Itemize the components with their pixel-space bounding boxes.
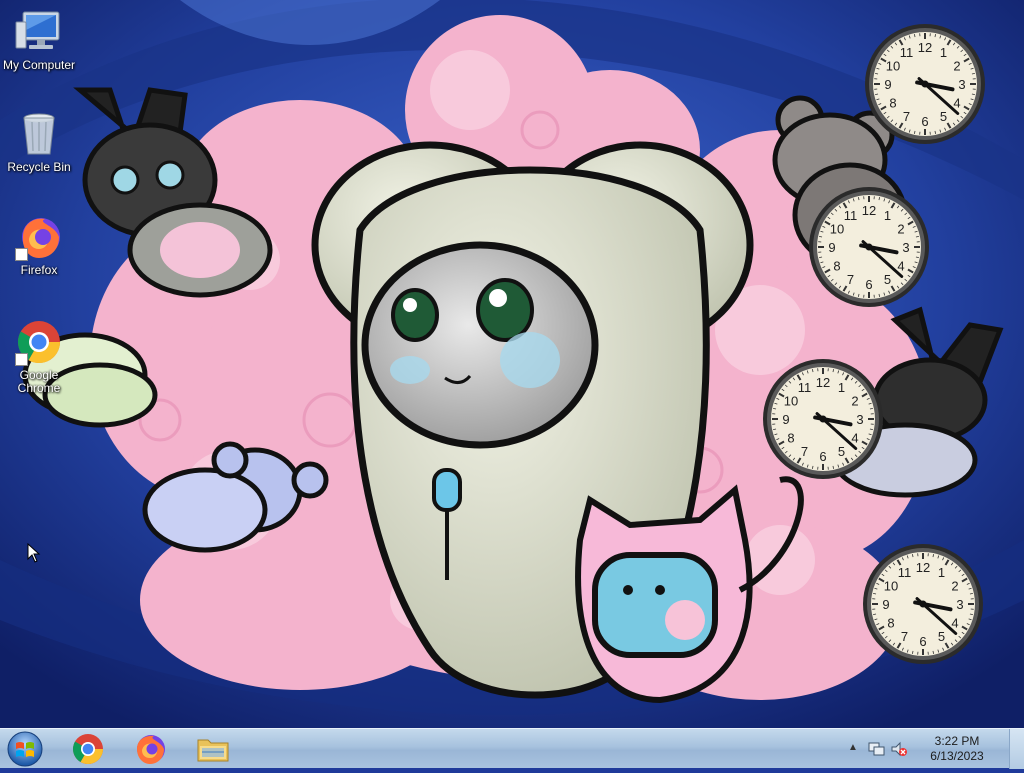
network-icon[interactable] bbox=[868, 741, 886, 757]
clock-center-pin bbox=[820, 416, 827, 423]
clock-numeral: 9 bbox=[882, 597, 889, 612]
clock-numeral: 4 bbox=[897, 259, 904, 274]
notification-area: ▲ 3:22 PM 6/13/2023 bbox=[840, 729, 1000, 769]
clock-numeral: 7 bbox=[801, 444, 808, 459]
clock-numeral: 12 bbox=[916, 560, 930, 575]
taskbar-button-firefox[interactable] bbox=[122, 731, 178, 767]
desktop-icon-my-computer[interactable]: My Computer bbox=[0, 8, 78, 72]
clock-center-pin bbox=[920, 601, 927, 608]
clock-gadget[interactable]: 123456789101112 bbox=[805, 183, 933, 311]
clock-numeral: 5 bbox=[940, 109, 947, 124]
clock-numeral: 6 bbox=[865, 277, 872, 292]
clock-numeral: 5 bbox=[884, 272, 891, 287]
clock-numeral: 9 bbox=[884, 77, 891, 92]
clock-numeral: 9 bbox=[782, 412, 789, 427]
clock-numeral: 10 bbox=[784, 394, 798, 409]
up-arrow-icon[interactable]: ▲ bbox=[848, 742, 858, 753]
clock-numeral: 11 bbox=[798, 380, 812, 395]
clock-center-pin bbox=[922, 81, 929, 88]
shortcut-arrow-icon bbox=[15, 248, 28, 261]
show-desktop-button[interactable] bbox=[1009, 729, 1024, 769]
windows-orb-icon bbox=[3, 730, 47, 768]
clock-numeral: 2 bbox=[951, 579, 958, 594]
clock-numeral: 3 bbox=[956, 597, 963, 612]
analog-clock-face: 123456789101112 bbox=[861, 20, 989, 148]
mouse-cursor-icon bbox=[27, 543, 41, 563]
analog-clock-face: 123456789101112 bbox=[859, 540, 987, 668]
clock-numeral: 12 bbox=[862, 203, 876, 218]
clock-numeral: 2 bbox=[897, 222, 904, 237]
desktop-icon-label: Recycle Bin bbox=[0, 161, 78, 174]
taskbar-clock[interactable]: 3:22 PM 6/13/2023 bbox=[922, 734, 992, 764]
clock-numeral: 10 bbox=[830, 222, 844, 237]
desktop-icon-label: My Computer bbox=[0, 59, 78, 72]
computer-icon bbox=[15, 8, 63, 56]
clock-numeral: 6 bbox=[819, 449, 826, 464]
taskbar-time: 3:22 PM bbox=[922, 734, 992, 749]
clock-numeral: 6 bbox=[919, 634, 926, 649]
clock-numeral: 11 bbox=[844, 208, 858, 223]
taskbar-button-chrome[interactable] bbox=[60, 731, 116, 767]
desktop-icon-label: Firefox bbox=[0, 264, 78, 277]
desktop-icon-label: Google Chrome bbox=[0, 369, 78, 395]
clock-numeral: 4 bbox=[953, 96, 960, 111]
clock-numeral: 7 bbox=[847, 272, 854, 287]
clock-gadget[interactable]: 123456789101112 bbox=[759, 355, 887, 483]
clock-center-pin bbox=[866, 244, 873, 251]
clock-numeral: 1 bbox=[884, 208, 891, 223]
taskbar-date: 6/13/2023 bbox=[922, 749, 992, 764]
start-button[interactable] bbox=[3, 730, 47, 768]
clock-gadget[interactable]: 123456789101112 bbox=[861, 20, 989, 148]
analog-clock-face: 123456789101112 bbox=[759, 355, 887, 483]
clock-numeral: 9 bbox=[828, 240, 835, 255]
firefox-icon bbox=[133, 732, 167, 766]
clock-numeral: 6 bbox=[921, 114, 928, 129]
desktop-icon-firefox[interactable]: Firefox bbox=[0, 213, 78, 277]
chrome-icon bbox=[71, 732, 105, 766]
volume-muted-icon[interactable] bbox=[890, 741, 908, 757]
clock-numeral: 12 bbox=[816, 375, 830, 390]
clock-numeral: 10 bbox=[884, 579, 898, 594]
clock-numeral: 4 bbox=[851, 431, 858, 446]
clock-numeral: 3 bbox=[902, 240, 909, 255]
clock-numeral: 1 bbox=[838, 380, 845, 395]
taskbar-button-windows-explorer[interactable] bbox=[185, 731, 241, 767]
clock-numeral: 12 bbox=[918, 40, 932, 55]
recycle-bin-icon bbox=[15, 110, 63, 158]
clock-numeral: 5 bbox=[838, 444, 845, 459]
folder-icon bbox=[196, 734, 230, 764]
analog-clock-face: 123456789101112 bbox=[805, 183, 933, 311]
clock-numeral: 7 bbox=[903, 109, 910, 124]
clock-numeral: 2 bbox=[851, 394, 858, 409]
clock-numeral: 5 bbox=[938, 629, 945, 644]
shortcut-arrow-icon bbox=[15, 353, 28, 366]
taskbar: ▲ 3:22 PM 6/13/2023 bbox=[0, 728, 1024, 768]
clock-numeral: 7 bbox=[901, 629, 908, 644]
desktop-icon-google-chrome[interactable]: Google Chrome bbox=[0, 318, 78, 395]
clock-numeral: 4 bbox=[951, 616, 958, 631]
clock-numeral: 11 bbox=[898, 565, 912, 580]
clock-numeral: 8 bbox=[787, 431, 794, 446]
clock-numeral: 8 bbox=[889, 96, 896, 111]
clock-numeral: 1 bbox=[938, 565, 945, 580]
clock-numeral: 3 bbox=[958, 77, 965, 92]
clock-numeral: 3 bbox=[856, 412, 863, 427]
clock-numeral: 11 bbox=[900, 45, 914, 60]
clock-numeral: 8 bbox=[833, 259, 840, 274]
clock-numeral: 10 bbox=[886, 59, 900, 74]
clock-numeral: 1 bbox=[940, 45, 947, 60]
desktop-icon-recycle-bin[interactable]: Recycle Bin bbox=[0, 110, 78, 174]
clock-numeral: 8 bbox=[887, 616, 894, 631]
clock-gadget[interactable]: 123456789101112 bbox=[859, 540, 987, 668]
clock-numeral: 2 bbox=[953, 59, 960, 74]
